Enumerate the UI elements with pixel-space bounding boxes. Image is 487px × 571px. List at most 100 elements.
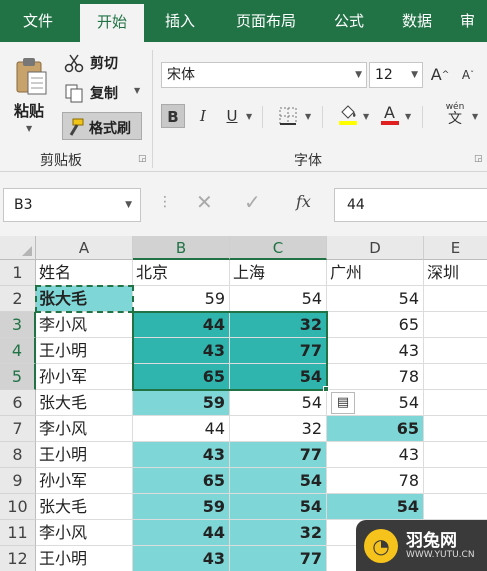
cell-c4[interactable]: 77: [230, 338, 327, 364]
cell-a8[interactable]: 王小明: [36, 442, 133, 468]
row-header[interactable]: 5: [0, 364, 36, 390]
tab-formulas[interactable]: 公式: [320, 0, 378, 42]
cell-c12[interactable]: 77: [230, 546, 327, 571]
cell-c11[interactable]: 32: [230, 520, 327, 546]
cell-c2[interactable]: 54: [230, 286, 327, 312]
copy-button[interactable]: 复制 ▼: [64, 80, 146, 106]
tab-page-layout[interactable]: 页面布局: [222, 0, 310, 42]
paste-dropdown-arrow-icon[interactable]: ▼: [26, 124, 32, 133]
cell-b8[interactable]: 43: [133, 442, 230, 468]
cell-e5[interactable]: [424, 364, 487, 390]
cell-b10[interactable]: 59: [133, 494, 230, 520]
cell-e10[interactable]: [424, 494, 487, 520]
bold-button[interactable]: B: [161, 104, 185, 128]
cancel-entry-icon[interactable]: ✕: [196, 190, 213, 214]
name-box[interactable]: B3 ▼: [3, 188, 141, 222]
cell-b6[interactable]: 59: [133, 390, 230, 416]
cell-e9[interactable]: [424, 468, 487, 494]
font-launcher-icon[interactable]: ◲: [474, 154, 483, 164]
copy-dropdown-arrow-icon[interactable]: ▼: [134, 86, 140, 95]
row-header[interactable]: 11: [0, 520, 36, 546]
row-header[interactable]: 6: [0, 390, 36, 416]
cell-c7[interactable]: 32: [230, 416, 327, 442]
phonetic-guide-dropdown-icon[interactable]: ▼: [472, 112, 478, 121]
row-header[interactable]: 1: [0, 260, 36, 286]
cut-button[interactable]: 剪切: [64, 50, 144, 76]
cell-a11[interactable]: 李小风: [36, 520, 133, 546]
name-box-dropdown-icon[interactable]: ▼: [125, 189, 132, 221]
phonetic-guide-button[interactable]: wén 文: [440, 102, 470, 132]
borders-dropdown-icon[interactable]: ▼: [305, 112, 311, 121]
column-header-a[interactable]: A: [36, 236, 133, 260]
decrease-font-size-button[interactable]: Aˇ: [456, 63, 480, 87]
underline-button[interactable]: U: [220, 104, 244, 128]
cell-b11[interactable]: 44: [133, 520, 230, 546]
borders-button[interactable]: [276, 104, 300, 128]
cell-a12[interactable]: 王小明: [36, 546, 133, 571]
cell-e7[interactable]: [424, 416, 487, 442]
cell-d3[interactable]: 65: [327, 312, 424, 338]
cell-b4[interactable]: 43: [133, 338, 230, 364]
cell-d7[interactable]: 65: [327, 416, 424, 442]
cell-a3[interactable]: 李小风: [36, 312, 133, 338]
row-header[interactable]: 12: [0, 546, 36, 571]
fill-handle[interactable]: [323, 386, 329, 392]
cell-b2[interactable]: 59: [133, 286, 230, 312]
font-name-combobox[interactable]: 宋体 ▼: [161, 62, 367, 88]
row-header[interactable]: 7: [0, 416, 36, 442]
confirm-entry-icon[interactable]: ✓: [244, 190, 261, 214]
row-header[interactable]: 2: [0, 286, 36, 312]
row-header[interactable]: 3: [0, 312, 36, 338]
paste-button[interactable]: 粘贴 ▼: [8, 54, 54, 154]
increase-font-size-button[interactable]: A^: [428, 63, 452, 87]
cell-a2[interactable]: 张大毛: [36, 286, 133, 312]
font-color-button[interactable]: A: [378, 102, 402, 126]
row-header[interactable]: 10: [0, 494, 36, 520]
cell-b3[interactable]: 44: [133, 312, 230, 338]
column-header-d[interactable]: D: [327, 236, 424, 260]
tab-data[interactable]: 数据: [388, 0, 446, 42]
font-size-combobox[interactable]: 12 ▼: [369, 62, 423, 88]
tab-insert[interactable]: 插入: [150, 0, 210, 42]
cell-a6[interactable]: 张大毛: [36, 390, 133, 416]
cell-d2[interactable]: 54: [327, 286, 424, 312]
font-color-dropdown-icon[interactable]: ▼: [405, 112, 411, 121]
fill-color-button[interactable]: [336, 102, 360, 126]
cell-d5[interactable]: 78: [327, 364, 424, 390]
cell-c10[interactable]: 54: [230, 494, 327, 520]
column-header-b[interactable]: B: [133, 236, 230, 260]
format-painter-button[interactable]: 格式刷: [62, 112, 142, 140]
cell-c3[interactable]: 32: [230, 312, 327, 338]
row-header[interactable]: 4: [0, 338, 36, 364]
cell-a10[interactable]: 张大毛: [36, 494, 133, 520]
tab-review[interactable]: 审: [460, 0, 487, 42]
italic-button[interactable]: I: [191, 104, 215, 128]
tab-home[interactable]: 开始: [80, 4, 144, 42]
cell-a1[interactable]: 姓名: [36, 260, 133, 286]
cell-c5[interactable]: 54: [230, 364, 327, 390]
cell-b12[interactable]: 43: [133, 546, 230, 571]
cell-a5[interactable]: 孙小军: [36, 364, 133, 390]
cell-b7[interactable]: 44: [133, 416, 230, 442]
cell-e3[interactable]: [424, 312, 487, 338]
cell-e4[interactable]: [424, 338, 487, 364]
cell-a7[interactable]: 李小风: [36, 416, 133, 442]
cell-d4[interactable]: 43: [327, 338, 424, 364]
underline-dropdown-icon[interactable]: ▼: [246, 112, 252, 121]
clipboard-launcher-icon[interactable]: ◲: [138, 154, 147, 164]
insert-function-icon[interactable]: fx: [296, 192, 311, 211]
font-size-dropdown-icon[interactable]: ▼: [411, 63, 418, 87]
cell-b5[interactable]: 65: [133, 364, 230, 390]
row-header[interactable]: 8: [0, 442, 36, 468]
cell-d9[interactable]: 78: [327, 468, 424, 494]
tab-file[interactable]: 文件: [8, 0, 68, 42]
cell-c8[interactable]: 77: [230, 442, 327, 468]
formula-input[interactable]: 44: [334, 188, 487, 222]
cell-a4[interactable]: 王小明: [36, 338, 133, 364]
cell-c9[interactable]: 54: [230, 468, 327, 494]
column-header-c[interactable]: C: [230, 236, 327, 260]
cell-e8[interactable]: [424, 442, 487, 468]
cell-b9[interactable]: 65: [133, 468, 230, 494]
fill-color-dropdown-icon[interactable]: ▼: [363, 112, 369, 121]
cell-e2[interactable]: [424, 286, 487, 312]
